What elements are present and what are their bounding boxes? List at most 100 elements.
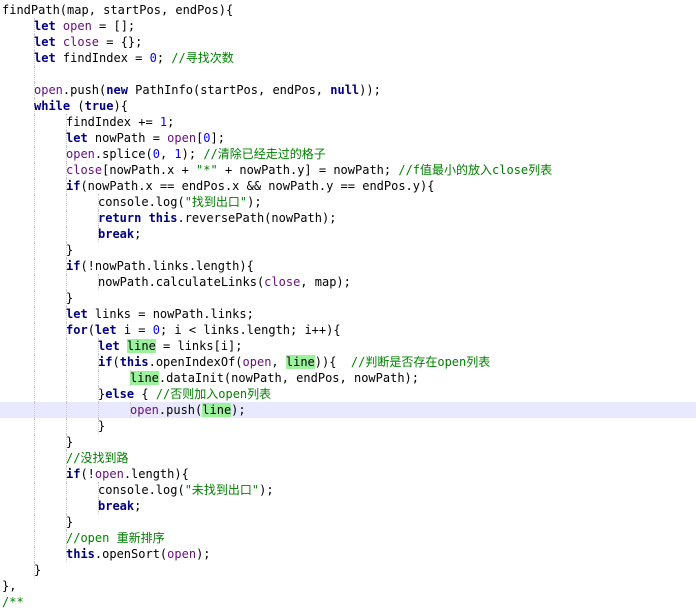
indent-guide (34, 306, 35, 322)
code-line[interactable]: let findIndex = 0; //寻找次数 (0, 50, 696, 66)
code-line[interactable]: line.dataInit(nowPath, endPos, nowPath); (0, 370, 696, 386)
code-text: } (98, 418, 105, 434)
code-text: if(!nowPath.links.length){ (66, 258, 254, 274)
code-token: ; (167, 115, 175, 129)
code-line[interactable]: return this.reversePath(nowPath); (0, 210, 696, 226)
code-line[interactable]: console.log("找到出口"); (0, 194, 696, 210)
code-text: if(!open.length){ (66, 466, 189, 482)
code-line[interactable]: } (0, 290, 696, 306)
code-line[interactable]: if(!nowPath.links.length){ (0, 258, 696, 274)
indent-guide (34, 130, 35, 146)
code-line[interactable]: } (0, 562, 696, 578)
code-line[interactable]: for(let i = 0; i < links.length; i++){ (0, 322, 696, 338)
code-line[interactable]: findPath(map, startPos, endPos){ (0, 2, 696, 18)
code-line[interactable]: let close = {}; (0, 34, 696, 50)
indent-guide (34, 434, 35, 450)
code-line[interactable]: nowPath.calculateLinks(close, map); (0, 274, 696, 290)
code-text: for(let i = 0; i < links.length; i++){ (66, 322, 341, 338)
indent-guide (34, 338, 35, 354)
code-line[interactable]: //open 重新排序 (0, 530, 696, 546)
code-editor[interactable]: findPath(map, startPos, endPos){let open… (0, 0, 696, 609)
code-line[interactable]: findIndex += 1; (0, 114, 696, 130)
code-token: let (66, 307, 95, 321)
code-line[interactable]: if(nowPath.x == endPos.x && nowPath.y ==… (0, 178, 696, 194)
code-line[interactable]: break; (0, 226, 696, 242)
code-text: //没找到路 (66, 450, 128, 466)
code-token: let (34, 19, 63, 33)
code-token: ; (134, 227, 142, 241)
code-token: open (62, 19, 92, 33)
code-line[interactable]: }, (0, 578, 696, 594)
code-line[interactable]: open.splice(0, 1); //清除已经走过的格子 (0, 146, 696, 162)
code-text: console.log("找到出口"); (98, 194, 262, 210)
code-line-current[interactable]: open.push(line); (0, 402, 696, 418)
code-token: 0 (152, 147, 160, 161)
indent-guide (34, 354, 35, 370)
code-line[interactable]: let line = links[i]; (0, 338, 696, 354)
code-token: ( (112, 355, 120, 369)
code-token: findIndex += (66, 115, 160, 129)
code-line[interactable]: console.log("未找到出口"); (0, 482, 696, 498)
code-token: ); (259, 483, 274, 497)
code-line[interactable]: } (0, 514, 696, 530)
code-line[interactable]: this.openSort(open); (0, 546, 696, 562)
code-token: while (34, 99, 78, 113)
indent-guide (34, 370, 35, 386)
code-token: "未找到出口" (184, 483, 260, 497)
code-token: .openSort( (94, 547, 168, 561)
code-line[interactable]: } (0, 418, 696, 434)
code-line[interactable]: let open = []; (0, 18, 696, 34)
code-token: .splice( (94, 147, 153, 161)
code-line[interactable]: } (0, 242, 696, 258)
code-token: findPath(map, startPos, endPos){ (2, 3, 234, 17)
code-token: /** (2, 595, 24, 609)
code-line[interactable]: if(!open.length){ (0, 466, 696, 482)
code-line[interactable]: if(this.openIndexOf(open, line)){ //判断是否… (0, 354, 696, 370)
code-text: open.splice(0, 1); //清除已经走过的格子 (66, 146, 326, 162)
code-text: open.push(new PathInfo(startPos, endPos,… (34, 82, 381, 98)
code-token: .push( (158, 403, 203, 417)
code-token: } (66, 515, 74, 529)
code-text: line.dataInit(nowPath, endPos, nowPath); (130, 370, 419, 386)
code-token: i = (123, 323, 153, 337)
code-text: this.openSort(open); (66, 546, 211, 562)
code-token: (nowPath.x == endPos.x && nowPath.y == e… (80, 179, 435, 193)
code-token: //清除已经走过的格子 (203, 147, 326, 161)
indent-guide (34, 178, 35, 194)
highlighted-occurrence: line (126, 339, 156, 353)
code-line[interactable]: let nowPath = open[0]; (0, 130, 696, 146)
code-token: 1 (174, 147, 182, 161)
code-line[interactable]: while (true){ (0, 98, 696, 114)
code-token: PathInfo(startPos, endPos, (135, 83, 331, 97)
code-token: } (66, 243, 74, 257)
code-token: else (105, 387, 142, 401)
code-token: }, (2, 579, 17, 593)
indent-guide (34, 226, 35, 242)
indent-guide (34, 514, 35, 530)
code-line[interactable]: /** (0, 594, 696, 610)
indent-guide (66, 274, 67, 290)
code-token: //open 重新排序 (66, 531, 165, 545)
code-line[interactable] (0, 66, 696, 82)
code-text: //open 重新排序 (66, 530, 165, 546)
code-token: true (84, 99, 114, 113)
code-line[interactable]: //没找到路 (0, 450, 696, 466)
code-line[interactable]: let links = nowPath.links; (0, 306, 696, 322)
code-text: break; (98, 498, 141, 514)
code-line[interactable]: close[nowPath.x + "*" + nowPath.y] = now… (0, 162, 696, 178)
code-line[interactable]: break; (0, 498, 696, 514)
code-token: ; (156, 51, 172, 65)
indent-guide (66, 338, 67, 354)
indent-guide (34, 66, 35, 82)
code-text: return this.reversePath(nowPath); (98, 210, 336, 226)
code-token: } (98, 419, 106, 433)
code-line[interactable]: }else { //否则加入open列表 (0, 386, 696, 402)
code-token: console.log( (98, 483, 185, 497)
code-line[interactable]: } (0, 434, 696, 450)
code-token: open (66, 147, 95, 161)
code-token: { (141, 387, 156, 401)
code-token: new (106, 83, 136, 97)
code-line[interactable]: open.push(new PathInfo(startPos, endPos,… (0, 82, 696, 98)
indent-guide (34, 162, 35, 178)
code-token: ; (134, 499, 142, 513)
